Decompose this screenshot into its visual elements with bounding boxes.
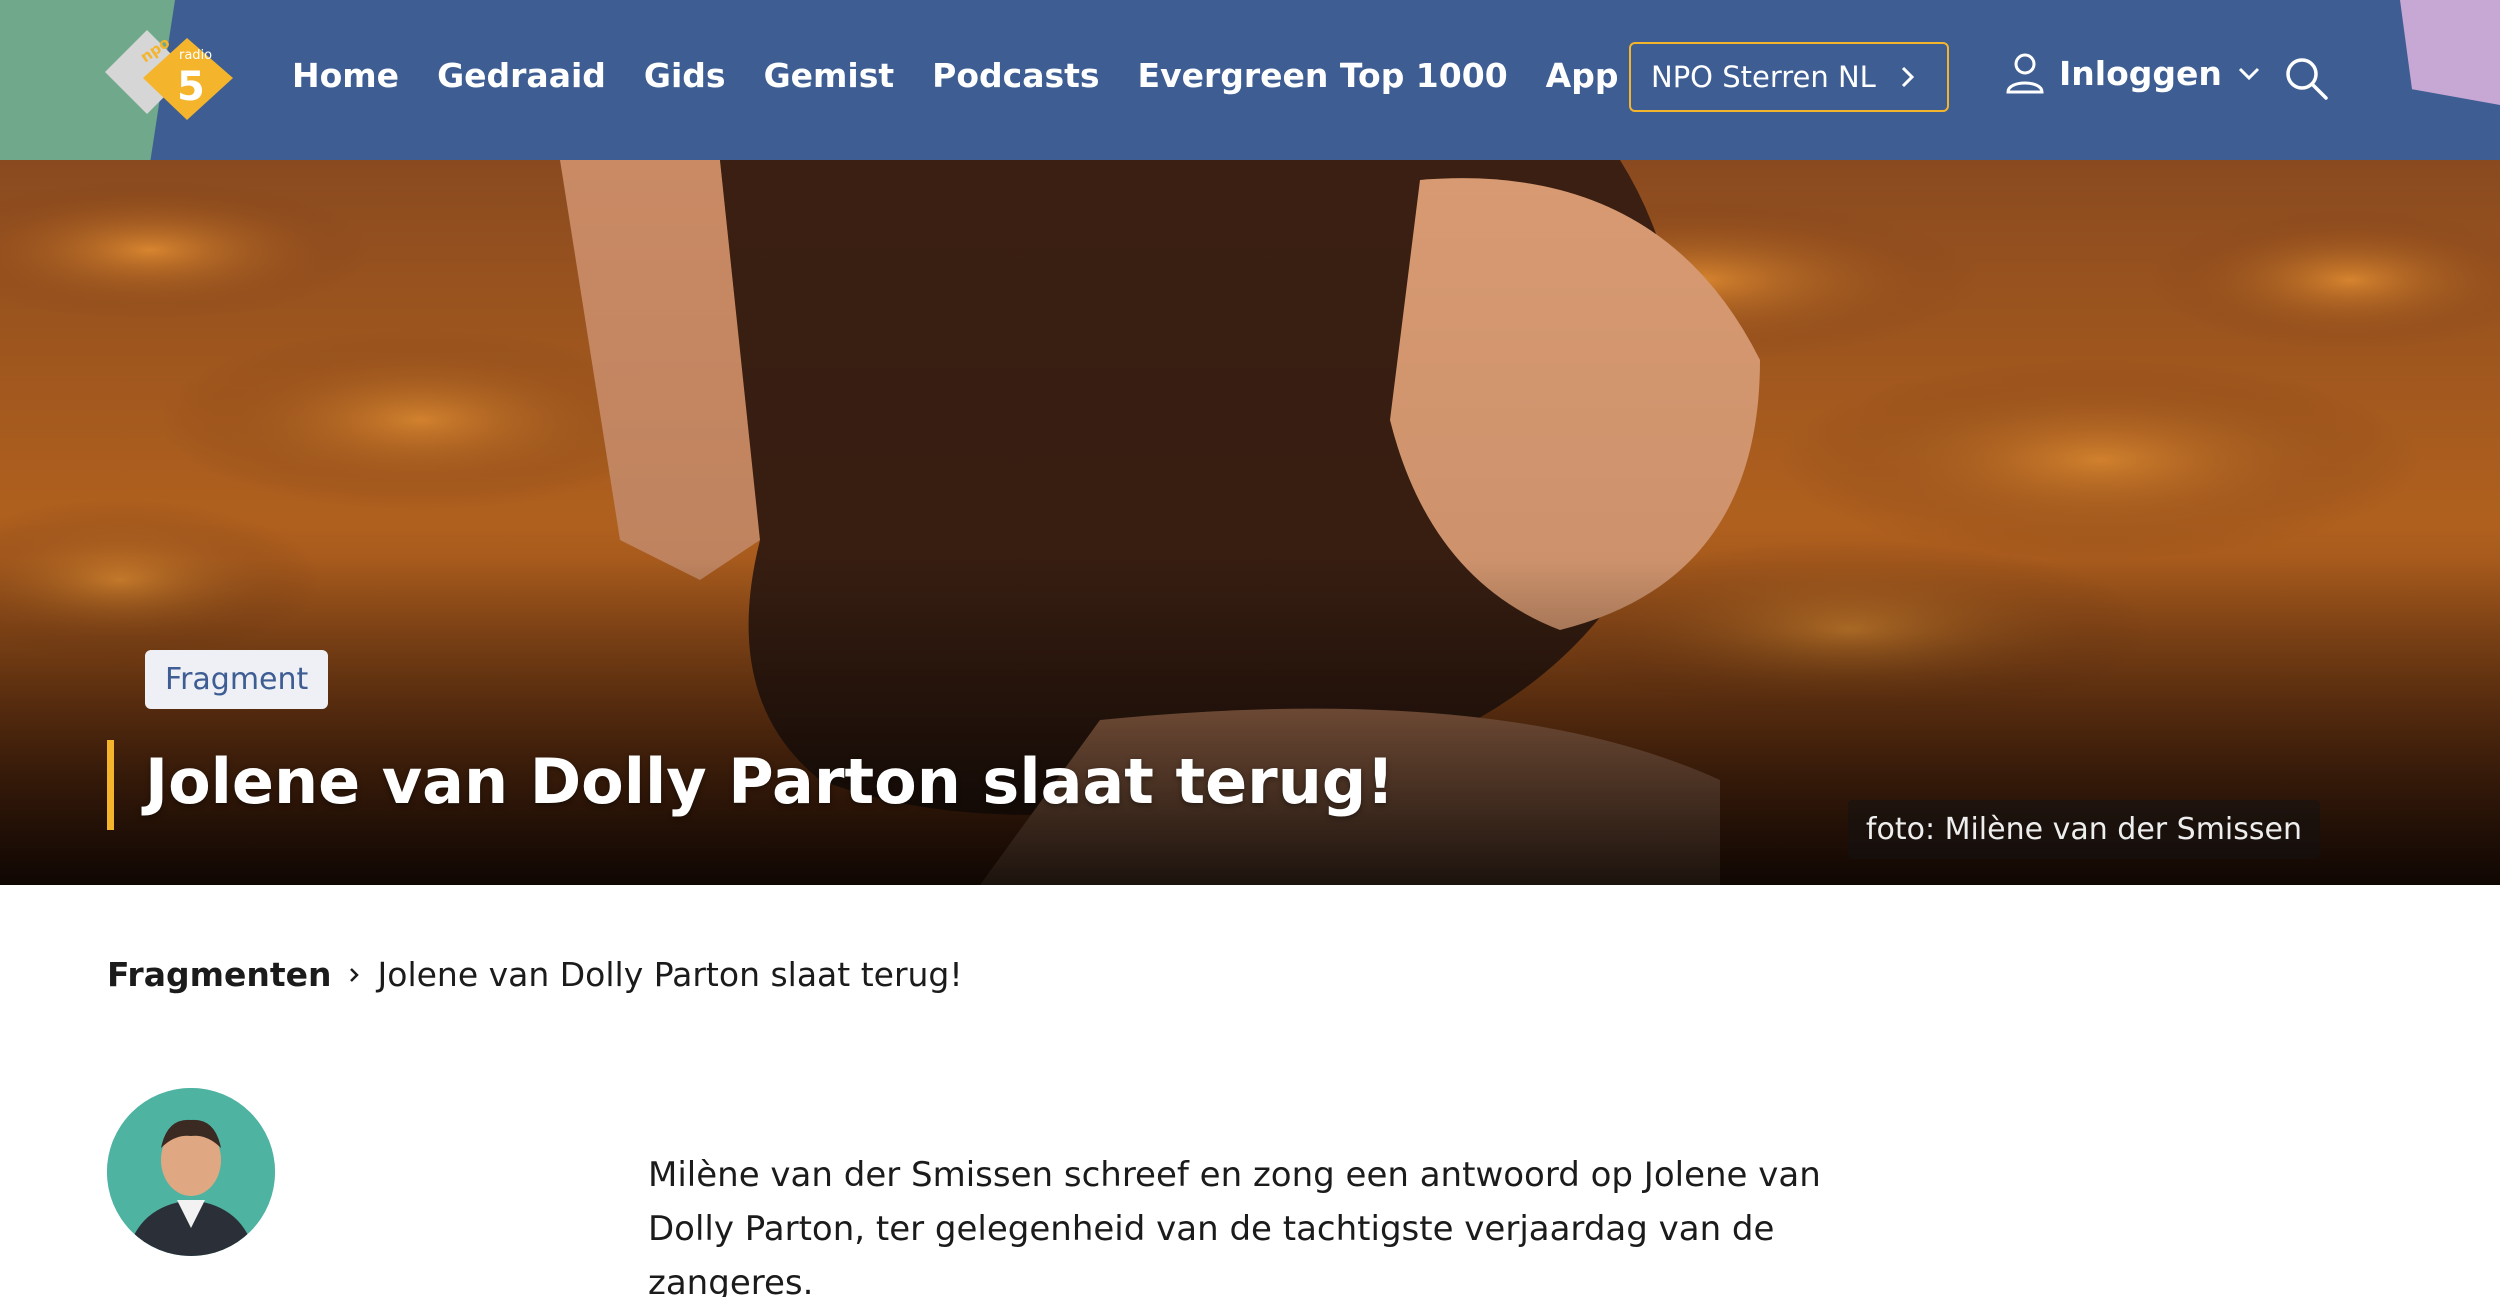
npo-sterren-button[interactable]: NPO Sterren NL — [1629, 42, 1949, 112]
nav-item-app[interactable]: App — [1546, 56, 1619, 95]
breadcrumb-fragmenten-link[interactable]: Fragmenten — [107, 955, 332, 994]
npo-radio-5-logo[interactable]: npo radio 5 — [105, 30, 240, 125]
breadcrumb-current-page: Jolene van Dolly Parton slaat terug! — [377, 955, 963, 994]
user-icon — [2006, 53, 2044, 94]
search-icon[interactable] — [2282, 54, 2330, 102]
article-intro: Milène van der Smissen schreef en zong e… — [648, 1155, 1821, 1297]
author-photo — [107, 1088, 275, 1256]
hero-section: Fragment Jolene van Dolly Parton slaat t… — [0, 160, 2500, 885]
login-label: Inloggen — [2059, 53, 2222, 93]
author-avatar[interactable] — [107, 1088, 275, 1256]
npo-sterren-label: NPO Sterren NL — [1651, 60, 1876, 94]
photo-credit: foto: Milène van der Smissen — [1847, 800, 2320, 859]
site-header: npo radio 5 Home Gedraaid Gids Gemist Po… — [0, 0, 2500, 160]
chevron-right-icon — [349, 967, 359, 982]
logo-radio-text: radio — [179, 48, 212, 63]
chevron-right-icon — [1901, 66, 1915, 88]
fragment-badge: Fragment — [145, 650, 329, 709]
title-accent-bar — [107, 740, 114, 830]
nav-item-gids[interactable]: Gids — [644, 56, 726, 95]
chevron-down-icon — [2238, 67, 2259, 81]
header-corner-decoration-lilac — [2400, 0, 2500, 105]
logo-number-text: 5 — [177, 64, 205, 110]
page-title: Jolene van Dolly Parton slaat terug! — [145, 745, 1395, 818]
nav-item-podcasts[interactable]: Podcasts — [932, 56, 1099, 95]
nav-item-gedraaid[interactable]: Gedraaid — [437, 56, 606, 95]
breadcrumb: Fragmenten Jolene van Dolly Parton slaat… — [107, 955, 963, 994]
main-navigation: Home Gedraaid Gids Gemist Podcasts Everg… — [292, 56, 1618, 95]
nav-item-home[interactable]: Home — [292, 56, 399, 95]
login-button[interactable]: Inloggen — [2005, 52, 2262, 94]
nav-item-gemist[interactable]: Gemist — [764, 56, 895, 95]
nav-item-evergreen-top-1000[interactable]: Evergreen Top 1000 — [1138, 56, 1508, 95]
